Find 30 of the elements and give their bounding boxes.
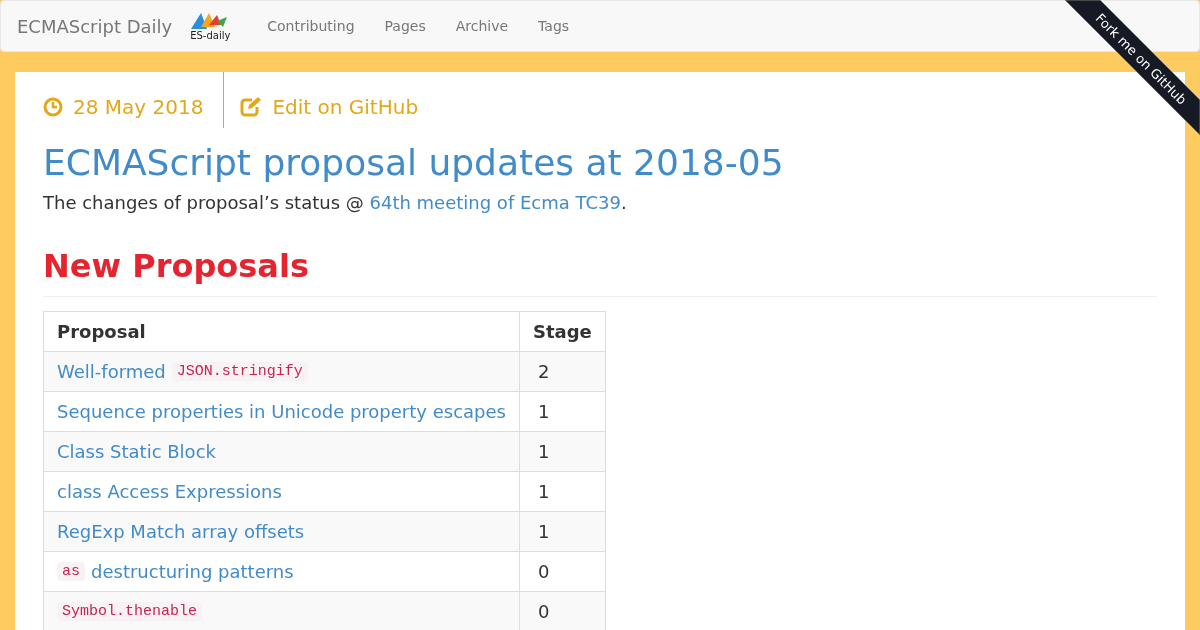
column-header: Proposal	[43, 311, 520, 352]
nav-link[interactable]: Pages	[369, 15, 441, 37]
meeting-link[interactable]: 64th meeting of Ecma TC39	[369, 192, 621, 213]
nav-link[interactable]: Contributing	[252, 15, 370, 37]
stage-cell: 0	[519, 551, 606, 592]
logo[interactable]: ES-daily	[188, 11, 233, 41]
post-date: 28 May 2018	[73, 94, 204, 121]
inline-code: JSON.stringify	[171, 362, 308, 381]
proposal-link[interactable]: Well-formed	[57, 362, 166, 381]
proposal-link[interactable]: destructuring patterns	[91, 562, 294, 581]
stage-cell: 1	[519, 471, 606, 512]
post-title: ECMAScript proposal updates at 2018-05	[43, 141, 785, 185]
nav-link[interactable]: Archive	[440, 15, 524, 37]
stage-cell: 2	[519, 351, 606, 392]
logo-triangles-icon	[191, 11, 230, 31]
stage-cell: 1	[519, 431, 606, 472]
edit-icon	[240, 97, 263, 117]
edit-link[interactable]: Edit on GitHub	[272, 92, 419, 122]
logo-text: ES-daily	[190, 31, 231, 41]
intro-text: The changes of proposal’s status @ 64th meeting of Ecma TC39.	[43, 191, 628, 215]
inline-code: as	[57, 562, 85, 581]
brand-link[interactable]: ECMAScript Daily	[17, 12, 173, 40]
column-header: Stage	[519, 311, 606, 352]
stage-cell: 1	[519, 391, 606, 432]
clock-icon	[43, 97, 63, 117]
section-heading: New Proposals	[43, 242, 1157, 297]
stage-cell: 1	[519, 511, 606, 552]
nav-link[interactable]: Tags	[523, 15, 585, 37]
proposal-link[interactable]: Class Static Block	[57, 442, 216, 461]
inline-code: Symbol.thenable	[57, 602, 203, 621]
